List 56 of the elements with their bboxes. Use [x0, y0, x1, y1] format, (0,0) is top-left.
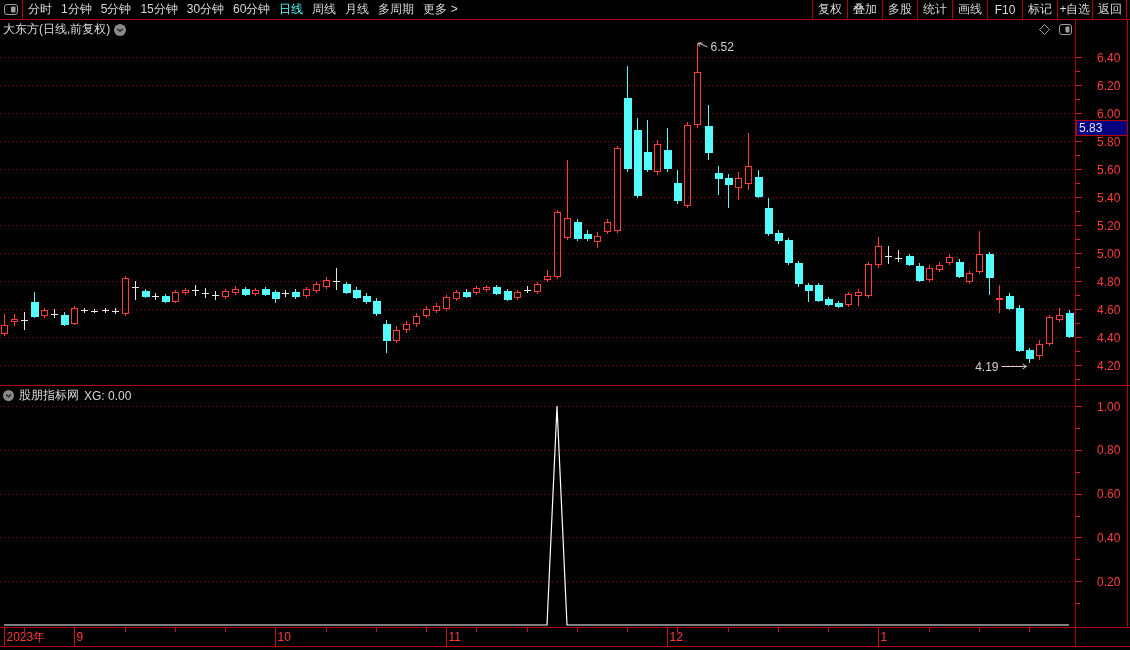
toolbar-button[interactable]: 标记	[1022, 0, 1057, 19]
high-price-label: 6.52	[710, 40, 734, 54]
price-tick-label: 4.40	[1097, 330, 1121, 345]
toolbar-button[interactable]: F10	[987, 0, 1022, 19]
date-label: 2023年	[6, 630, 46, 644]
leader-arrow	[1001, 363, 1027, 370]
price-tick-label: 5.40	[1097, 190, 1121, 205]
period-tab[interactable]: 1分钟	[61, 0, 92, 19]
date-label: 10	[277, 630, 291, 644]
indicator-name: 股朋指标网	[19, 387, 79, 404]
price-tick-label: 6.00	[1097, 106, 1121, 121]
period-tab[interactable]: 60分钟	[233, 0, 271, 19]
period-tab[interactable]: 分时	[28, 0, 52, 19]
toggle-icon	[4, 4, 18, 15]
price-tick-label: 4.60	[1097, 302, 1121, 317]
period-tab[interactable]: 15分钟	[140, 0, 178, 19]
toolbar-button[interactable]: 统计	[917, 0, 952, 19]
price-tick-label: 4.80	[1097, 274, 1121, 289]
toolbar-button[interactable]: +自选	[1057, 0, 1092, 19]
axis-tick-label: 0.40	[1097, 530, 1121, 545]
dropdown-icon[interactable]	[114, 23, 127, 36]
period-tab[interactable]: 日线	[279, 0, 304, 19]
low-price-label: 4.19	[975, 360, 999, 374]
period-tab[interactable]: 月线	[345, 0, 370, 19]
toolbar-button[interactable]: 复权	[812, 0, 847, 19]
price-tick-label: 6.40	[1097, 50, 1121, 65]
price-tick-label: 6.20	[1097, 78, 1121, 93]
toggle-icon[interactable]	[1059, 24, 1072, 35]
diamond-icon[interactable]	[1039, 24, 1050, 35]
axis-tick-label: 0.60	[1097, 487, 1121, 502]
period-tab[interactable]: 周线	[312, 0, 337, 19]
toolbar-button[interactable]: 叠加	[847, 0, 882, 19]
date-label: 11	[448, 630, 461, 644]
price-tick-label: 4.20	[1097, 358, 1121, 373]
date-label: 9	[76, 630, 84, 644]
indicator-reading: XG: 0.00	[84, 388, 132, 403]
period-tab[interactable]: 5分钟	[100, 0, 132, 19]
stock-title: 大东方(日线,前复权)	[3, 21, 111, 38]
date-label: 12	[669, 630, 683, 644]
leader-arrow	[698, 42, 708, 48]
price-tick-label: 5.60	[1097, 162, 1121, 177]
toolbar-button[interactable]: 多股	[882, 0, 917, 19]
date-label: 1	[880, 630, 888, 644]
period-tab[interactable]: 30分钟	[186, 0, 225, 19]
price-tick-label: 5.00	[1097, 246, 1121, 261]
period-tab[interactable]: 多周期	[378, 0, 415, 19]
price-tick-label: 5.80	[1097, 134, 1121, 149]
dropdown-icon[interactable]	[3, 390, 14, 401]
axis-tick-label: 0.20	[1097, 574, 1121, 589]
toolbar-button[interactable]: 画线	[952, 0, 987, 19]
price-tick-label: 5.20	[1097, 218, 1121, 233]
axis-tick-label: 0.80	[1097, 443, 1121, 458]
current-price-tag: 5.83	[1076, 120, 1128, 136]
axis-tick-label: 1.00	[1097, 399, 1121, 414]
period-tab[interactable]: 更多 >	[423, 0, 458, 19]
toolbar-button[interactable]: 返回	[1092, 0, 1127, 19]
